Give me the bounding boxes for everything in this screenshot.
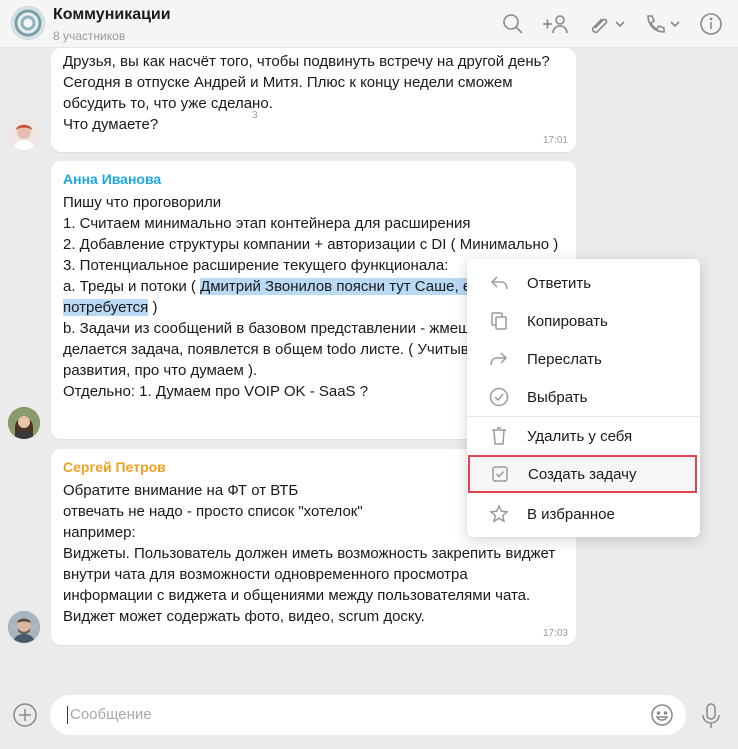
- message-line: внутри чата для возможности одновременно…: [63, 566, 468, 583]
- message-time: 17:03: [542, 628, 568, 639]
- avatar[interactable]: [8, 611, 40, 643]
- message-line: например:: [63, 524, 136, 541]
- message-input[interactable]: Сообщение: [50, 695, 686, 735]
- add-attachment-icon[interactable]: [12, 702, 38, 728]
- avatar[interactable]: [8, 407, 40, 439]
- message-line: 3. Потенциальное расширение текущего фун…: [63, 257, 449, 274]
- copy-icon: [489, 311, 509, 331]
- message-line: Обратите внимание на ФТ от ВТБ: [63, 482, 299, 499]
- message-line: Что думаете?: [63, 116, 159, 133]
- call-icon[interactable]: [643, 11, 683, 37]
- message-placeholder: Сообщение: [70, 706, 152, 723]
- message-line: 2. Добавление структуры компании + автор…: [63, 236, 559, 253]
- message-line: Виджеты. Пользователь должен иметь возмо…: [63, 545, 556, 562]
- menu-item-label: В избранное: [527, 505, 615, 523]
- menu-item-label: Удалить у себя: [527, 427, 633, 445]
- message-bubble[interactable]: Друзья, вы как насчёт того, чтобы подвин…: [51, 48, 576, 152]
- message-line: Отдельно: 1. Думаем про VOIP OK - SaaS ?: [63, 383, 369, 400]
- participants-count[interactable]: 8 участников: [53, 29, 125, 43]
- attach-icon[interactable]: [585, 11, 629, 37]
- menu-item-create-task[interactable]: Создать задачу: [468, 455, 697, 493]
- star-icon: [489, 504, 509, 524]
- add-participant-icon[interactable]: [540, 11, 570, 37]
- message-line: обсудить то, что уже сделано.: [63, 95, 273, 112]
- message-author[interactable]: Сергей Петров: [63, 459, 166, 475]
- message-line: Сегодня в отпуске Андрей и Митя. Плюс к …: [63, 74, 513, 91]
- text-caret: [67, 706, 68, 724]
- menu-item-label: Ответить: [527, 274, 592, 292]
- reply-icon: [489, 273, 509, 293]
- chat-title[interactable]: Коммуникации: [53, 6, 171, 24]
- menu-item-label: Копировать: [527, 312, 608, 330]
- composer-bar: Сообщение: [0, 683, 738, 749]
- message-line: развития, про что думаем ).: [63, 362, 258, 379]
- menu-item-select[interactable]: Выбрать: [467, 378, 700, 416]
- message-line: делается задача, появлется в общем todo …: [63, 341, 477, 358]
- trash-icon: [489, 426, 509, 446]
- message-line: a. Треды и потоки ( Дмитрий Звонилов поя…: [63, 276, 479, 297]
- menu-item-forward[interactable]: Переслать: [467, 340, 700, 378]
- message-line: отвечать не надо - просто список "хотело…: [63, 503, 363, 520]
- search-icon[interactable]: [500, 11, 526, 37]
- menu-item-copy[interactable]: Копировать: [467, 302, 700, 340]
- emoji-icon[interactable]: [650, 703, 674, 727]
- message-line: 1. Считаем минимально этап контейнера дл…: [63, 215, 471, 232]
- menu-item-label: Переслать: [527, 350, 602, 368]
- message-line: потребуется ): [63, 297, 157, 318]
- menu-item-delete[interactable]: Удалить у себя: [467, 417, 700, 455]
- message-text: ): [148, 299, 158, 316]
- task-checkbox-icon: [490, 464, 510, 484]
- selected-text: Дмитрий Звонилов поясни тут Саше, ес: [200, 278, 479, 295]
- avatar[interactable]: [8, 118, 40, 150]
- message-line: Друзья, вы как насчёт того, чтобы подвин…: [63, 53, 550, 70]
- info-icon[interactable]: [698, 11, 724, 37]
- menu-item-label: Создать задачу: [528, 465, 637, 483]
- message-line: Пишу что проговорили: [63, 194, 222, 211]
- read-count: 3: [252, 110, 258, 121]
- menu-item-label: Выбрать: [527, 388, 588, 406]
- check-circle-icon: [489, 387, 509, 407]
- message-author[interactable]: Анна Иванова: [63, 171, 161, 187]
- context-menu: Ответить Копировать Переслать Выбрать Уд…: [467, 259, 700, 537]
- message-time: 17:01: [542, 135, 568, 146]
- selected-text: потребуется: [63, 299, 149, 316]
- menu-item-reply[interactable]: Ответить: [467, 264, 700, 302]
- message-line: Виджет может содержать фото, видео, scru…: [63, 608, 425, 625]
- message-line: b. Задачи из сообщений в базовом предста…: [63, 320, 471, 337]
- chat-header: Коммуникации 8 участников: [0, 0, 738, 48]
- message-line: информации с виджета и общениями между п…: [63, 587, 531, 604]
- menu-item-favorite[interactable]: В избранное: [467, 495, 700, 533]
- chat-avatar[interactable]: [11, 6, 45, 40]
- message-text: a. Треды и потоки (: [63, 278, 201, 295]
- forward-icon: [489, 349, 509, 369]
- microphone-icon[interactable]: [699, 702, 723, 730]
